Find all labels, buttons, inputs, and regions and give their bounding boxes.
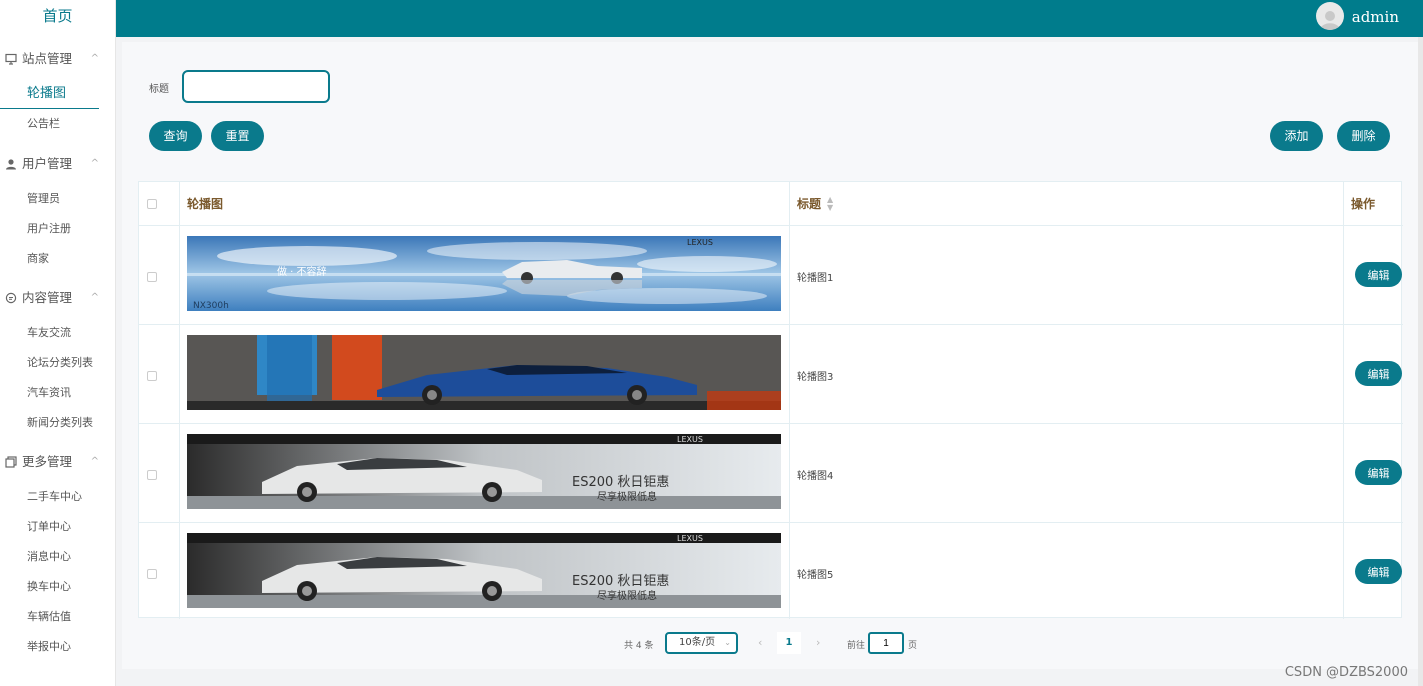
page-size-value: 10条/页 [679,637,716,648]
sidebar: 首页 站点管理 ^ 轮播图 公告栏 用户管理 ^ 管理员 用户注册 商家 内容管… [0,0,116,686]
row-checkbox[interactable] [147,272,157,282]
sidebar-item-messages[interactable]: 消息中心 [0,542,115,572]
sort-icon[interactable]: ▲ ▼ [827,196,833,212]
row-title: 轮播图3 [797,372,834,383]
sidebar-item-valuation[interactable]: 车辆估值 [0,602,115,632]
sidebar-item-carousel[interactable]: 轮播图 [0,79,99,109]
goto-page-input[interactable] [868,632,904,654]
banner-subtext: 尽享极限低息 [597,490,657,503]
add-button[interactable]: 添加 [1270,121,1323,151]
query-button[interactable]: 查询 [149,121,202,151]
sidebar-item-car-chat[interactable]: 车友交流 [0,318,115,348]
banner-image: LEXUS ES200 秋日钜惠 尽享极限低息 [187,533,781,608]
banner-subtext: NX300h [193,301,229,311]
row-title: 轮播图4 [797,471,834,482]
copy-icon [4,455,18,469]
sidebar-group-user[interactable]: 用户管理 ^ [0,144,115,184]
sidebar-item-car-exchange[interactable]: 换车中心 [0,572,115,602]
row-checkbox[interactable] [147,569,157,579]
banner-brand: LEXUS [677,435,703,444]
edit-button[interactable]: 编辑 [1355,361,1402,386]
header-actions: 操作 [1351,197,1376,211]
banner-brand: LEXUS [687,238,713,247]
username[interactable]: admin [1352,8,1399,26]
page-number[interactable]: 1 [777,632,801,654]
row-checkbox[interactable] [147,371,157,381]
banner-image: LEXUS 做 · 不容辞 NX300h [187,236,781,311]
table-row: LEXUS ES200 秋日钜惠 尽享极限低息 轮播图5 编辑 [139,524,1403,622]
chevron-up-icon: ^ [90,292,99,303]
table-row: LEXUS ES200 秋日钜惠 尽享极限低息 轮播图4 编辑 [139,425,1403,523]
sidebar-group-label: 站点管理 [22,51,73,66]
table-row: LEXUS 做 · 不容辞 NX300h 轮播图1 编辑 [139,227,1403,325]
table-row: 轮播图3 编辑 [139,326,1403,424]
table-header: 轮播图 标题 ▲ ▼ 操作 [139,182,1403,226]
sidebar-item-notice[interactable]: 公告栏 [0,109,115,139]
user-icon [4,157,18,171]
total-count: 共 4 条 [624,641,654,651]
watermark: CSDN @DZBS2000 [1284,665,1408,680]
row-checkbox[interactable] [147,470,157,480]
sidebar-item-used-car[interactable]: 二手车中心 [0,482,115,512]
banner-subtext: 尽享极限低息 [597,589,657,602]
main-panel: 标题 查询 重置 添加 删除 轮播图 标题 ▲ ▼ 操作 LEXUS 做 · 不… [122,42,1418,669]
sidebar-item-orders[interactable]: 订单中心 [0,512,115,542]
row-title: 轮播图1 [797,273,834,284]
user-avatar-icon [1320,11,1340,30]
edit-button[interactable]: 编辑 [1355,262,1402,287]
chevron-down-icon: ⌄ [724,638,731,647]
sidebar-group-content[interactable]: 内容管理 ^ [0,278,115,318]
sidebar-group-more[interactable]: 更多管理 ^ [0,442,115,482]
banner-image [187,335,781,410]
chevron-up-icon: ^ [90,53,99,64]
sidebar-home[interactable]: 首页 [0,0,115,34]
data-table: 轮播图 标题 ▲ ▼ 操作 LEXUS 做 · 不容辞 NX300h 轮播图1 … [138,181,1403,619]
sidebar-group-label: 用户管理 [22,156,73,171]
top-bar: admin [116,0,1423,37]
sidebar-item-news-category[interactable]: 新闻分类列表 [0,408,115,438]
header-carousel: 轮播图 [187,197,224,211]
reset-button[interactable]: 重置 [211,121,264,151]
sidebar-group-label: 更多管理 [22,454,73,469]
goto-label: 前往 [847,641,866,651]
header-title[interactable]: 标题 ▲ ▼ [789,182,1343,226]
avatar[interactable] [1316,2,1344,30]
page-size-select[interactable]: 10条/页 ⌄ [665,632,738,654]
monitor-icon [4,52,18,66]
search-title-input[interactable] [182,70,330,103]
delete-button[interactable]: 删除 [1337,121,1390,151]
sidebar-item-user-register[interactable]: 用户注册 [0,214,115,244]
chevron-up-icon: ^ [90,456,99,467]
banner-text: ES200 秋日钜惠 [572,574,669,589]
header-title-label: 标题 [797,197,822,211]
search-title-label: 标题 [149,84,169,95]
pagination: 共 4 条 10条/页 ⌄ ‹ 1 › 前往 页 [122,632,1418,656]
banner-text: 做 · 不容辞 [277,265,327,278]
banner-text: ES200 秋日钜惠 [572,475,669,490]
chevron-up-icon: ^ [90,158,99,169]
header-select-all-cell [139,182,179,226]
banner-image: LEXUS ES200 秋日钜惠 尽享极限低息 [187,434,781,509]
banner-brand: LEXUS [677,534,703,543]
scrollbar[interactable] [1418,37,1423,686]
edit-button[interactable]: 编辑 [1355,559,1402,584]
sidebar-item-admin[interactable]: 管理员 [0,184,115,214]
sidebar-item-merchant[interactable]: 商家 [0,244,115,274]
goto-unit: 页 [908,641,918,651]
row-title: 轮播图5 [797,570,834,581]
edit-button[interactable]: 编辑 [1355,460,1402,485]
select-all-checkbox[interactable] [147,199,157,209]
sidebar-group-site[interactable]: 站点管理 ^ [0,39,115,79]
sidebar-group-label: 内容管理 [22,290,73,305]
sidebar-item-reports[interactable]: 举报中心 [0,632,115,662]
sidebar-item-car-news[interactable]: 汽车资讯 [0,378,115,408]
chat-icon [4,291,18,305]
sidebar-item-forum-category[interactable]: 论坛分类列表 [0,348,115,378]
next-page-icon[interactable]: › [816,636,820,649]
prev-page-icon[interactable]: ‹ [758,636,762,649]
